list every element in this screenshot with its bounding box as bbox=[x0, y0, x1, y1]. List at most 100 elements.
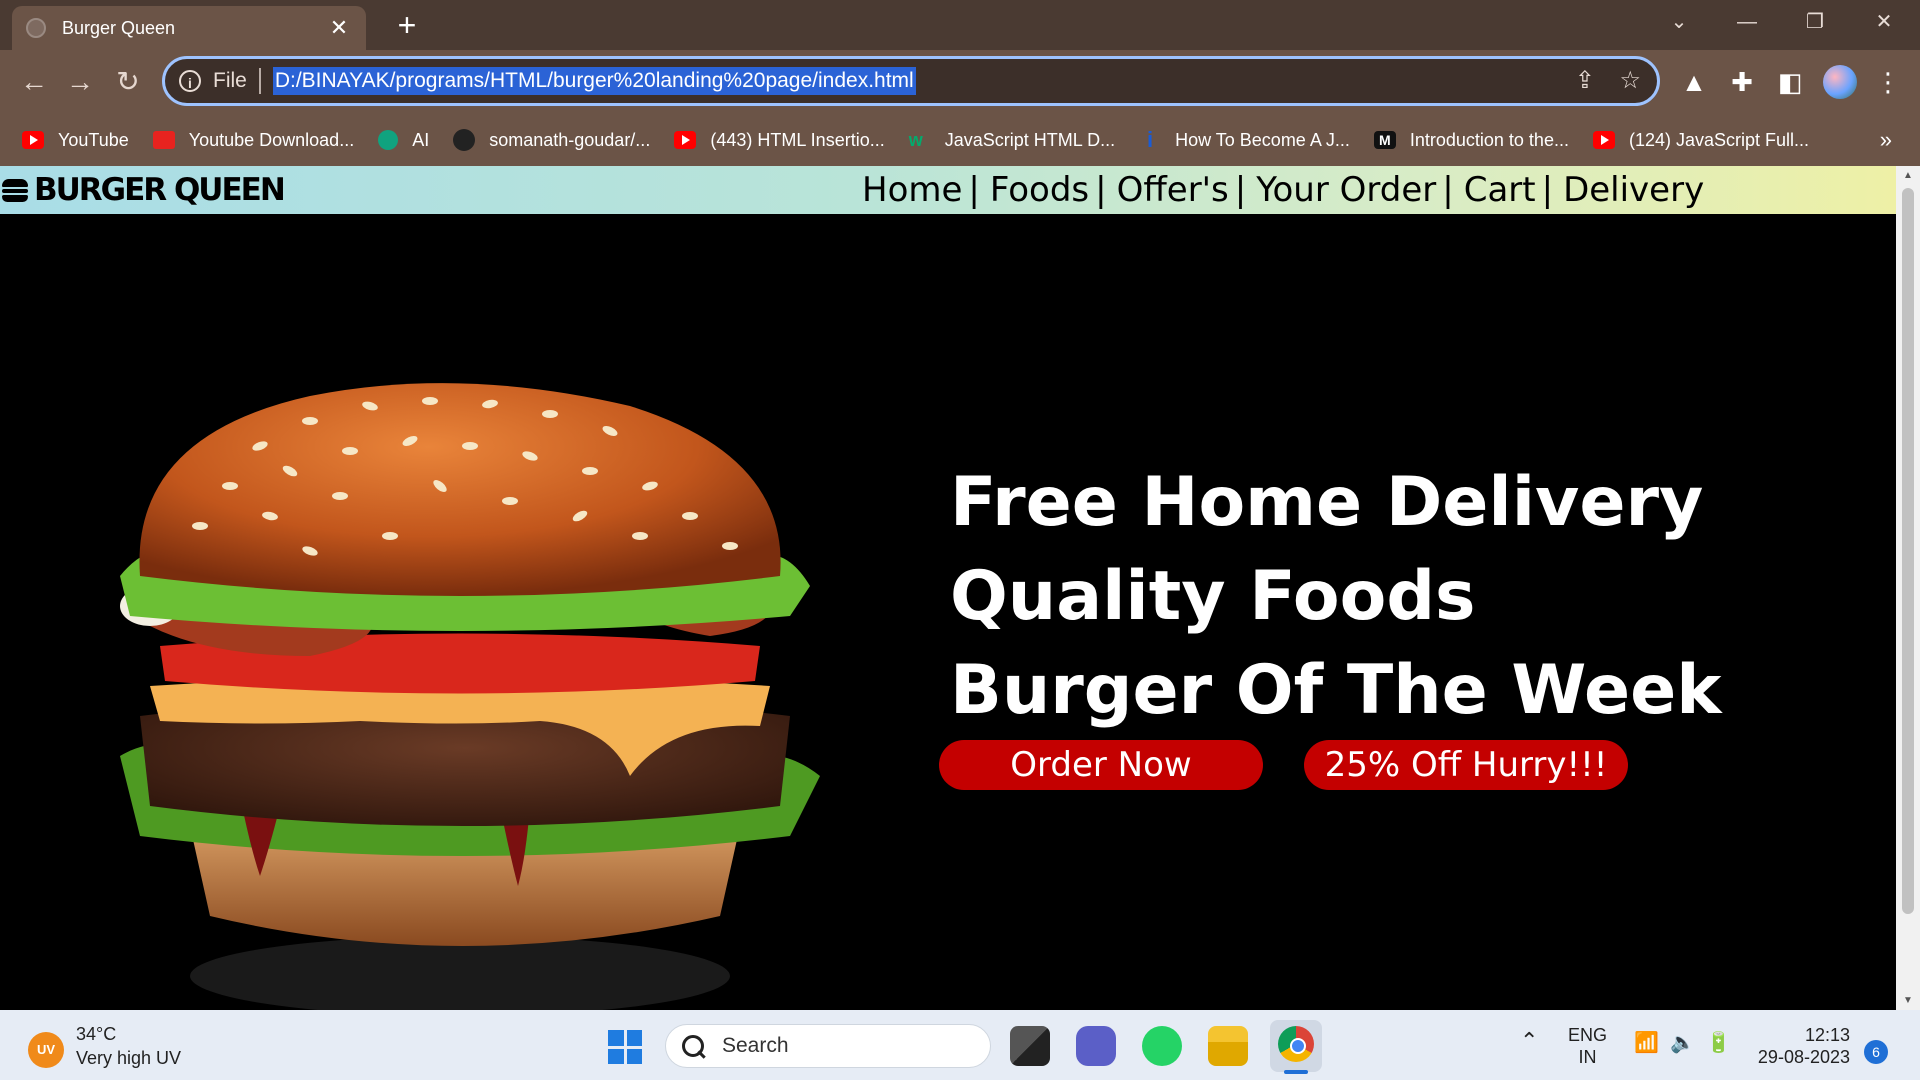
browser-toolbar: ← → ↻ i File D:/BINAYAK/programs/HTML/bu… bbox=[0, 50, 1920, 114]
logo-text: BURGER QUEEN bbox=[34, 172, 286, 208]
tab-search-chevron-icon[interactable]: ⌄ bbox=[1659, 8, 1699, 36]
bookmark-html-insertion[interactable]: (443) HTML Insertio... bbox=[674, 129, 885, 151]
taskbar-search[interactable]: Search bbox=[665, 1024, 991, 1068]
bookmark-label: Youtube Download... bbox=[188, 129, 355, 150]
url-text[interactable]: D:/BINAYAK/programs/HTML/burger%20landin… bbox=[272, 67, 916, 95]
menu-kebab-icon[interactable]: ⋮ bbox=[1870, 64, 1906, 100]
medium-icon: M bbox=[1373, 131, 1396, 149]
taskbar: UV 34°C Very high UV Search ⌃ ENG IN 📶 🔈… bbox=[0, 1010, 1920, 1080]
teams-chat-icon[interactable] bbox=[1076, 1026, 1116, 1066]
bookmark-youtube-download[interactable]: Youtube Download... bbox=[152, 129, 355, 151]
openai-icon bbox=[378, 130, 399, 150]
youtube-icon bbox=[1592, 131, 1615, 149]
show-hidden-icons-chevron[interactable]: ⌃ bbox=[1520, 1030, 1538, 1052]
language-indicator[interactable]: ENG IN bbox=[1568, 1024, 1607, 1068]
bookmark-label: YouTube bbox=[58, 129, 129, 150]
file-explorer-icon[interactable] bbox=[1208, 1026, 1248, 1066]
download-icon bbox=[152, 131, 175, 149]
bookmark-ai[interactable]: AI bbox=[378, 130, 429, 151]
nav-cart[interactable]: Cart bbox=[1464, 170, 1536, 210]
bookmark-label: Introduction to the... bbox=[1409, 129, 1569, 150]
nav-separator: | bbox=[1234, 170, 1247, 210]
burger-icon bbox=[2, 177, 28, 203]
window-close-icon[interactable]: ✕ bbox=[1864, 8, 1904, 36]
youtube-icon bbox=[674, 131, 697, 149]
bookmark-how-to-become[interactable]: i How To Become A J... bbox=[1139, 127, 1350, 152]
nav-delivery[interactable]: Delivery bbox=[1563, 170, 1704, 210]
bookmarks-bar: YouTube Youtube Download... AI somanath-… bbox=[0, 114, 1920, 166]
whatsapp-icon[interactable] bbox=[1142, 1026, 1182, 1066]
bookmark-label: AI bbox=[412, 129, 430, 150]
info-icon: i bbox=[1147, 127, 1154, 152]
nav-separator: | bbox=[1095, 170, 1107, 210]
weather-uv-icon[interactable]: UV bbox=[28, 1032, 64, 1068]
task-view-icon[interactable] bbox=[1010, 1026, 1050, 1066]
clock[interactable]: 12:13 29-08-2023 bbox=[1756, 1024, 1850, 1068]
extensions-puzzle-icon[interactable]: ✚ bbox=[1724, 64, 1760, 100]
burger-image bbox=[120, 383, 820, 1010]
bookmark-introduction[interactable]: M Introduction to the... bbox=[1373, 129, 1569, 151]
discount-offer-button[interactable]: 25% Off Hurry!!! bbox=[1304, 740, 1628, 790]
bookmark-label: somanath-goudar/... bbox=[489, 129, 651, 150]
nav-foods[interactable]: Foods bbox=[990, 170, 1089, 210]
scrollbar-thumb[interactable] bbox=[1902, 188, 1914, 914]
nav-separator: | bbox=[1442, 170, 1454, 210]
bookmark-label: (443) HTML Insertio... bbox=[710, 129, 885, 150]
wifi-icon[interactable]: 📶 bbox=[1634, 1032, 1659, 1054]
main-nav: Home | Foods | Offer's | Your Order | Cart | … bbox=[862, 170, 1704, 210]
language-code: ENG bbox=[1568, 1025, 1608, 1045]
page-scrollbar[interactable]: ▲ ▼ bbox=[1896, 166, 1920, 1010]
web-page: BURGER QUEEN Home | Foods | Offer's | Your … bbox=[0, 166, 1896, 1010]
nav-home[interactable]: Home bbox=[862, 170, 962, 210]
search-icon bbox=[682, 1035, 704, 1057]
notification-badge[interactable]: 6 bbox=[1864, 1040, 1888, 1064]
scroll-down-arrow-icon[interactable]: ▼ bbox=[1896, 995, 1920, 1006]
nav-offers[interactable]: Offer's bbox=[1117, 170, 1229, 210]
weather-widget[interactable]: 34°C Very high UV bbox=[76, 1022, 181, 1070]
share-icon[interactable]: ⇪ bbox=[1575, 59, 1595, 103]
chrome-taskbar-button[interactable] bbox=[1270, 1020, 1322, 1074]
clock-date: 29-08-2023 bbox=[1757, 1047, 1850, 1067]
temperature: 34°C bbox=[76, 1024, 117, 1044]
bookmark-label: JavaScript HTML D... bbox=[944, 129, 1116, 150]
weather-description: Very high UV bbox=[76, 1048, 182, 1068]
profile-avatar[interactable] bbox=[1823, 65, 1857, 99]
reload-icon[interactable]: ↻ bbox=[108, 62, 148, 102]
forward-arrow-icon[interactable]: → bbox=[60, 62, 100, 102]
nav-your-order[interactable]: Your Order bbox=[1256, 170, 1436, 210]
site-header: BURGER QUEEN Home | Foods | Offer's | Your … bbox=[0, 166, 1896, 214]
bookmarks-overflow-icon[interactable]: » bbox=[1880, 127, 1892, 153]
github-icon bbox=[453, 129, 476, 151]
browser-tab[interactable]: Burger Queen ✕ bbox=[12, 6, 366, 50]
search-placeholder: Search bbox=[722, 1034, 789, 1057]
nav-separator: | bbox=[1541, 170, 1554, 210]
region-code: IN bbox=[1578, 1047, 1597, 1067]
bookmark-github[interactable]: somanath-goudar/... bbox=[453, 129, 650, 151]
address-bar[interactable]: i File D:/BINAYAK/programs/HTML/burger%2… bbox=[162, 56, 1660, 106]
minimize-icon[interactable]: — bbox=[1727, 8, 1767, 36]
scheme-label: File bbox=[213, 69, 247, 92]
order-now-button[interactable]: Order Now bbox=[939, 740, 1263, 790]
new-tab-button[interactable]: + bbox=[390, 8, 424, 42]
windows-start-icon[interactable] bbox=[608, 1030, 642, 1064]
back-arrow-icon[interactable]: ← bbox=[14, 62, 54, 102]
volume-icon[interactable]: 🔈 bbox=[1670, 1032, 1695, 1054]
bookmark-javascript-full[interactable]: (124) JavaScript Full... bbox=[1592, 130, 1809, 151]
tab-strip: Burger Queen ✕ + ⌄ — ❐ ✕ bbox=[0, 0, 1920, 50]
close-tab-icon[interactable]: ✕ bbox=[326, 15, 352, 41]
battery-icon[interactable]: 🔋 bbox=[1706, 1032, 1731, 1054]
extension-triangle-icon[interactable]: ▲ bbox=[1676, 64, 1712, 100]
bookmark-star-icon[interactable]: ☆ bbox=[1619, 59, 1641, 103]
site-info-icon[interactable]: i bbox=[179, 70, 201, 92]
bookmark-youtube[interactable]: YouTube bbox=[22, 130, 129, 151]
globe-icon bbox=[26, 18, 46, 38]
site-logo[interactable]: BURGER QUEEN bbox=[2, 172, 286, 208]
side-panel-icon[interactable]: ◧ bbox=[1772, 64, 1808, 100]
hero-line-3: Burger Of The Week bbox=[950, 651, 1722, 730]
scroll-up-arrow-icon[interactable]: ▲ bbox=[1896, 170, 1920, 181]
bookmark-w3schools[interactable]: w JavaScript HTML D... bbox=[909, 130, 1115, 151]
restore-icon[interactable]: ❐ bbox=[1795, 8, 1835, 36]
hero-line-1: Free Home Delivery bbox=[950, 463, 1704, 542]
tab-title: Burger Queen bbox=[62, 17, 176, 38]
youtube-icon bbox=[22, 131, 44, 149]
